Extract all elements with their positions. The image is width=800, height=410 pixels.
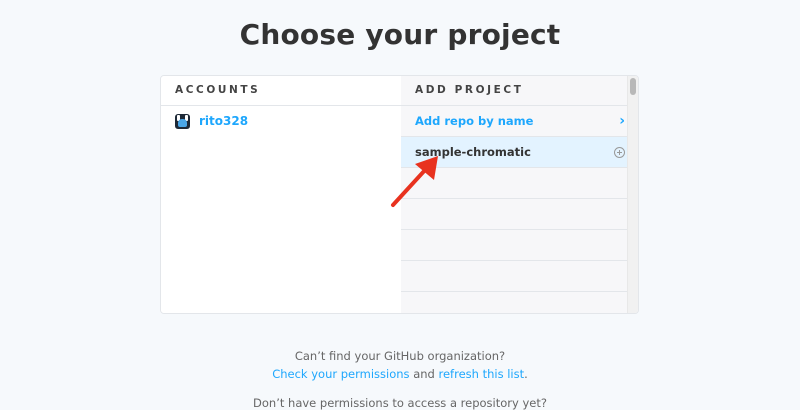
chevron-right-icon: › bbox=[619, 113, 625, 129]
add-project-header: ADD PROJECT bbox=[401, 76, 638, 106]
add-repo-by-name-label: Add repo by name bbox=[415, 114, 534, 128]
accounts-header: ACCOUNTS bbox=[161, 76, 401, 106]
footer-question: Can’t find your GitHub organization? bbox=[294, 349, 506, 363]
accounts-column: ACCOUNTS rito328 bbox=[161, 76, 401, 313]
scrollbar[interactable] bbox=[627, 76, 638, 313]
empty-row bbox=[401, 292, 638, 313]
scrollbar-thumb[interactable] bbox=[630, 78, 636, 95]
empty-row bbox=[401, 230, 638, 261]
add-repo-by-name-button[interactable]: Add repo by name › bbox=[401, 106, 638, 137]
account-item[interactable]: rito328 bbox=[161, 106, 401, 136]
footer-links: Check your permissions and refresh this … bbox=[0, 367, 800, 381]
empty-row bbox=[401, 261, 638, 292]
page-title: Choose your project bbox=[239, 18, 561, 51]
footer-permissions-question: Don’t have permissions to access a repos… bbox=[253, 396, 547, 410]
annotation-arrow-icon bbox=[391, 156, 438, 207]
account-name: rito328 bbox=[199, 114, 249, 128]
robot-avatar-icon bbox=[175, 113, 190, 129]
footer-and-text: and bbox=[409, 367, 439, 381]
refresh-list-link[interactable]: refresh this list bbox=[439, 367, 525, 381]
check-permissions-link[interactable]: Check your permissions bbox=[272, 367, 409, 381]
plus-circle-icon[interactable] bbox=[614, 146, 625, 158]
footer-period: . bbox=[524, 367, 528, 381]
